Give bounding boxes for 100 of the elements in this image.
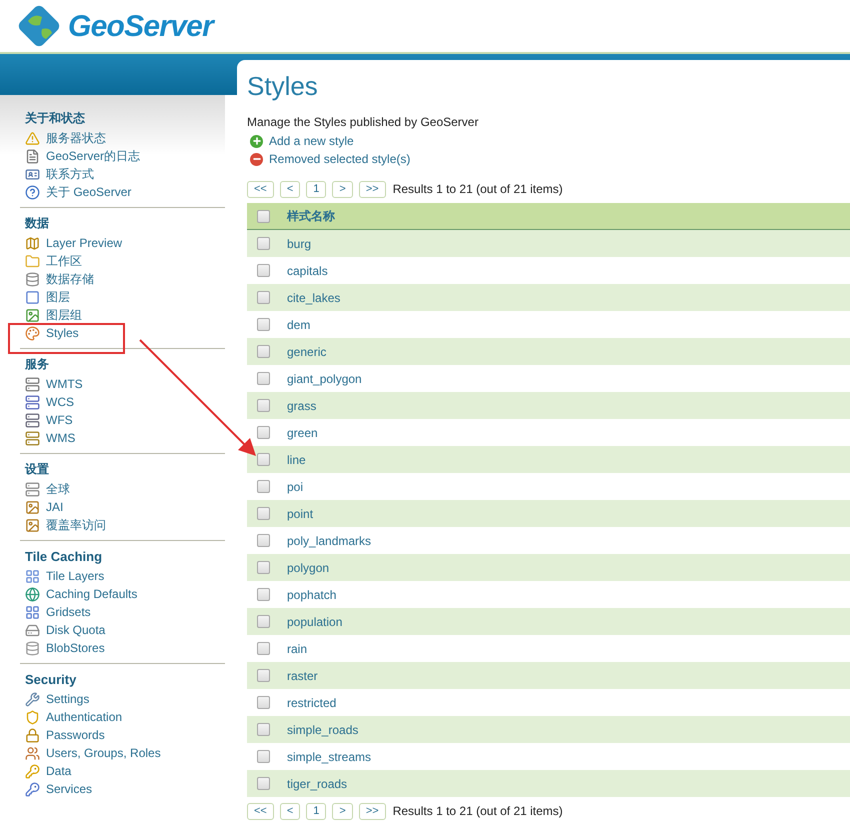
pager-button[interactable]: > [332,802,353,820]
style-link[interactable]: rain [287,640,308,658]
shield-icon [25,710,40,724]
checkbox[interactable] [257,318,270,331]
checkbox[interactable] [257,534,270,547]
pager-button[interactable]: 1 [306,180,326,198]
style-link[interactable]: poi [287,478,304,496]
style-link[interactable]: restricted [287,694,336,712]
sidebar-link[interactable]: Data [46,762,72,780]
sidebar-link[interactable]: WFS [46,411,73,429]
server-icon [25,376,40,392]
checkbox[interactable] [257,561,270,574]
sidebar-link[interactable]: WMS [46,429,76,447]
pager-button[interactable]: << [247,802,274,820]
sidebar-link[interactable]: BlobStores [46,639,105,657]
sidebar-link[interactable]: 图层 [46,288,70,306]
style-link[interactable]: simple_roads [287,720,358,738]
checkbox[interactable] [257,210,270,222]
sidebar-link[interactable]: Disk Quota [46,621,106,639]
sidebar-link[interactable]: 全球 [46,480,70,498]
sidebar-link[interactable]: Passwords [46,726,105,744]
pager-button[interactable]: << [247,180,274,198]
checkbox[interactable] [257,426,270,439]
pager-button[interactable]: 1 [306,802,326,820]
checkbox[interactable] [257,696,270,709]
checkbox[interactable] [257,264,270,277]
section-heading: 关于和状态 [24,110,86,127]
sidebar-link[interactable]: Settings [46,690,90,708]
sidebar-link[interactable]: WMTS [46,375,83,393]
checkbox[interactable] [257,723,270,736]
checkbox[interactable] [257,642,270,655]
database-icon [25,640,40,656]
style-link[interactable]: poly_landmarks [287,532,372,550]
document-icon [25,148,40,164]
style-link[interactable]: simple_streams [287,748,372,766]
warning-icon [25,130,40,146]
logo-text: GeoServer [68,8,214,44]
globe-icon [25,586,40,602]
sidebar-link[interactable]: Authentication [46,708,122,726]
picture-icon [25,500,40,514]
style-link[interactable]: generic [287,342,326,360]
checkbox[interactable] [257,777,270,790]
style-link[interactable]: pophatch [287,586,336,604]
checkbox[interactable] [257,453,270,466]
results-summary: Results 1 to 21 (out of 21 items) [392,181,563,198]
checkbox[interactable] [257,399,270,412]
checkbox[interactable] [257,615,270,628]
checkbox[interactable] [257,669,270,682]
style-link[interactable]: green [287,424,318,442]
style-link[interactable]: dem [287,316,310,334]
style-link[interactable]: raster [287,666,318,684]
pager-button[interactable]: < [280,802,300,820]
style-link[interactable]: giant_polygon [287,370,362,388]
style-link[interactable]: capitals [287,262,328,280]
checkbox[interactable] [257,480,270,493]
style-link[interactable]: burg [287,234,312,252]
sidebar-link[interactable]: 工作区 [46,252,82,270]
action-link[interactable]: Removed selected style(s) [269,150,410,168]
sidebar-link[interactable]: Layer Preview [46,234,122,252]
action-link[interactable]: Add a new style [269,132,354,150]
style-link[interactable]: grass [287,396,316,414]
pager-button[interactable]: >> [358,180,386,198]
sidebar-link[interactable]: 覆盖率访问 [46,516,106,534]
column-heading: 样式名称 [287,208,335,225]
server-icon [25,412,40,428]
checkbox[interactable] [257,750,270,763]
checkbox[interactable] [257,507,270,520]
style-link[interactable]: polygon [287,558,330,576]
style-link[interactable]: population [287,612,342,630]
section-heading: 数据 [24,215,50,232]
sidebar-link[interactable]: 联系方式 [46,165,94,183]
section-heading: Security [24,671,78,689]
pager-button[interactable]: >> [358,802,386,820]
sidebar-link[interactable]: Styles [46,324,79,342]
sidebar-link[interactable]: 数据存储 [46,270,94,288]
sidebar-link[interactable]: Gridsets [46,603,91,621]
pager-button[interactable]: > [332,180,353,198]
pager-button[interactable]: < [280,180,300,198]
style-link[interactable]: line [287,450,306,468]
sidebar-link[interactable]: GeoServer的日志 [46,147,140,165]
page-description: Manage the Styles published by GeoServer [247,114,480,130]
sidebar-link[interactable]: WCS [46,393,74,411]
checkbox[interactable] [257,372,270,385]
sidebar-link[interactable]: 关于 GeoServer [46,183,132,201]
style-link[interactable]: tiger_roads [287,774,348,792]
checkbox[interactable] [257,291,270,304]
map-icon [25,236,40,250]
sidebar-link[interactable]: Caching Defaults [46,585,138,603]
sidebar-link[interactable]: JAI [46,498,64,516]
checkbox[interactable] [257,237,270,250]
style-link[interactable]: point [287,504,314,522]
sidebar-link[interactable]: Services [46,780,92,798]
sidebar-link[interactable]: 服务器状态 [46,129,106,147]
checkbox[interactable] [257,345,270,358]
sidebar-link[interactable]: Tile Layers [46,567,104,585]
checkbox[interactable] [257,588,270,601]
sidebar-link[interactable]: Users, Groups, Roles [46,744,161,762]
page-title: Styles [247,70,319,102]
sidebar-link[interactable]: 图层组 [46,306,82,324]
style-link[interactable]: cite_lakes [287,288,340,306]
